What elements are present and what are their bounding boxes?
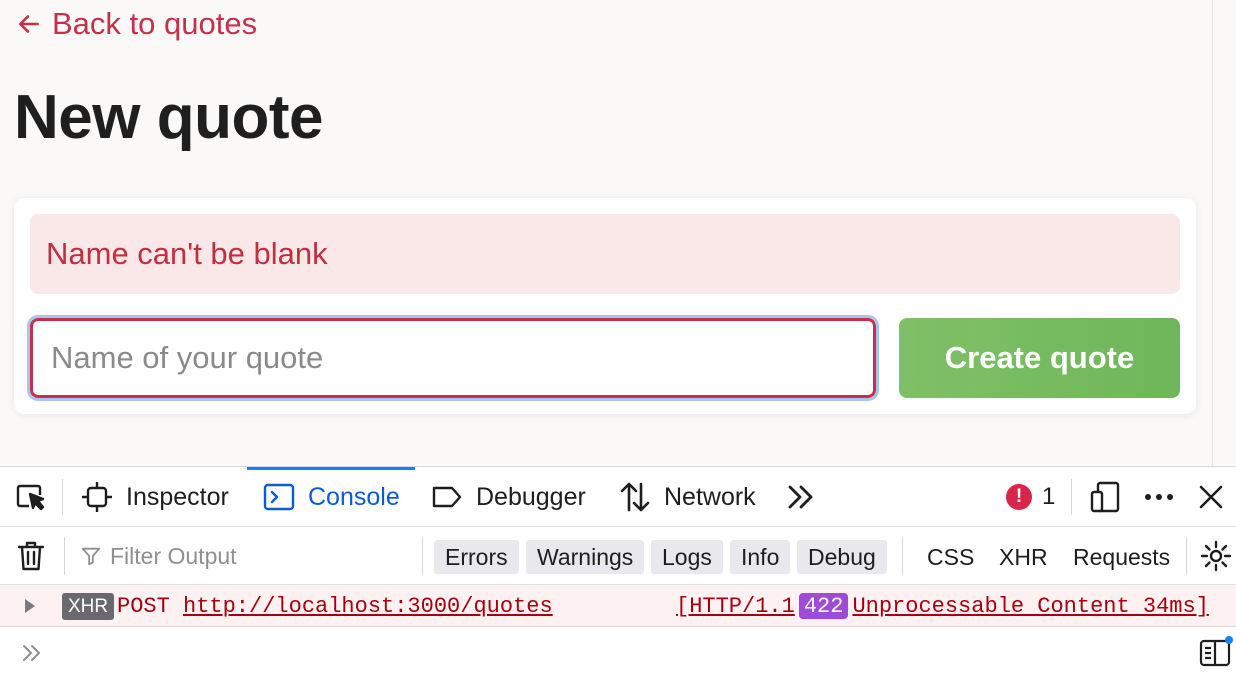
close-devtools-button[interactable] <box>1194 467 1228 527</box>
tab-label: Network <box>664 482 756 511</box>
error-icon: ! <box>1006 484 1032 510</box>
filter-logs[interactable]: Logs <box>651 540 723 574</box>
filter-separator <box>422 537 423 575</box>
more-tabs-button[interactable] <box>784 467 818 527</box>
clear-console-button[interactable] <box>14 527 48 585</box>
page-title: New quote <box>14 83 323 152</box>
console-input-row[interactable] <box>0 627 1236 679</box>
responsive-mode-icon <box>1090 481 1120 513</box>
filter-icon <box>81 547 101 566</box>
responsive-design-button[interactable] <box>1089 467 1123 527</box>
request-url[interactable]: http://localhost:3000/quotes <box>183 585 553 627</box>
quote-form: Name can't be blank Create quote <box>14 198 1196 414</box>
tab-debugger[interactable]: Debugger <box>430 467 586 527</box>
filter-separator <box>64 537 65 575</box>
more-horizontal-icon <box>1145 494 1173 500</box>
tab-inspector[interactable]: Inspector <box>80 467 229 527</box>
filter-separator <box>1186 537 1187 575</box>
tab-label: Console <box>308 482 400 511</box>
editor-mode-toggle[interactable] <box>1198 635 1234 669</box>
http-protocol: [HTTP/1.1 <box>676 593 795 619</box>
console-filter-bar: Filter Output Errors Warnings Logs Info … <box>0 527 1236 585</box>
arrow-left-icon <box>19 15 39 33</box>
close-icon <box>1199 485 1223 509</box>
status-code-badge: 422 <box>798 593 849 619</box>
expand-arrow-icon[interactable] <box>22 585 42 627</box>
debugger-icon <box>432 486 462 508</box>
filter-requests[interactable]: Requests <box>1073 540 1170 574</box>
console-log-entry[interactable]: XHR POST http://localhost:3000/quotes [H… <box>0 585 1236 627</box>
filter-output-input[interactable]: Filter Output <box>80 537 416 575</box>
filter-css[interactable]: CSS <box>927 540 974 574</box>
console-settings-button[interactable] <box>1199 527 1233 585</box>
tab-label: Debugger <box>476 482 586 511</box>
error-count: 1 <box>1042 483 1056 510</box>
filter-warnings[interactable]: Warnings <box>526 540 645 574</box>
chevron-double-right-icon <box>23 645 40 661</box>
tab-label: Inspector <box>126 482 229 511</box>
filter-xhr[interactable]: XHR <box>999 540 1048 574</box>
toolbar-separator <box>1071 479 1072 515</box>
filter-errors[interactable]: Errors <box>434 540 519 574</box>
create-quote-button[interactable]: Create quote <box>899 318 1180 398</box>
back-link-label: Back to quotes <box>52 6 258 41</box>
console-icon <box>263 483 295 511</box>
chevron-double-right-icon <box>788 485 813 509</box>
network-icon <box>620 482 650 512</box>
trash-icon <box>17 541 45 571</box>
element-picker-icon <box>16 484 45 511</box>
error-message: Name can't be blank <box>30 214 1180 294</box>
options-menu-button[interactable] <box>1142 467 1176 527</box>
page-scrollbar[interactable] <box>1212 0 1236 466</box>
xhr-badge: XHR <box>62 593 115 620</box>
filter-debug[interactable]: Debug <box>797 540 887 574</box>
status-text: Unprocessable Content 34ms] <box>852 593 1209 619</box>
error-counter[interactable]: ! 1 <box>1006 467 1055 527</box>
tab-console[interactable]: Console <box>262 467 400 527</box>
inspector-icon <box>82 482 112 512</box>
quote-name-input[interactable] <box>27 315 879 401</box>
devtools-toolbar: Inspector Console Debugger Network ! 1 <box>0 467 1236 527</box>
filter-separator <box>902 537 903 575</box>
request-status[interactable]: [HTTP/1.1 422 Unprocessable Content 34ms… <box>676 585 1209 627</box>
toolbar-separator <box>62 479 63 515</box>
filter-info[interactable]: Info <box>730 540 791 574</box>
tab-network[interactable]: Network <box>618 467 756 527</box>
element-picker-button[interactable] <box>14 467 48 527</box>
split-panel-icon <box>1199 636 1233 667</box>
request-method: POST <box>117 593 170 619</box>
back-to-quotes-link[interactable]: Back to quotes <box>16 4 257 44</box>
gear-icon <box>1200 540 1232 572</box>
filter-placeholder: Filter Output <box>110 542 237 569</box>
page-content: Back to quotes New quote Name can't be b… <box>0 0 1236 466</box>
devtools-panel: Inspector Console Debugger Network ! 1 F… <box>0 466 1236 700</box>
